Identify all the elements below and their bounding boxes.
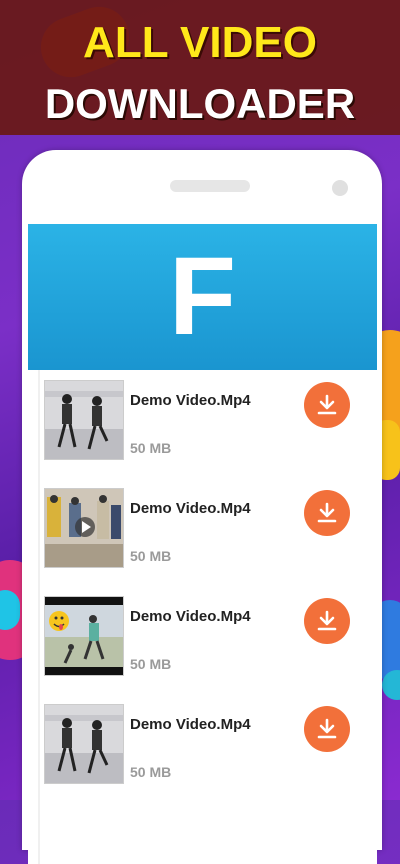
app-header: F [28, 224, 377, 370]
video-thumbnail [44, 488, 124, 568]
app-logo: F [168, 235, 237, 358]
decor-shape [382, 670, 400, 700]
promo-title-line2: DOWNLOADER [44, 80, 356, 127]
download-icon [317, 718, 337, 739]
video-thumbnail [44, 380, 124, 460]
promo-banner: ALL VIDEO DOWNLOADER [0, 0, 400, 135]
phone-speaker [170, 180, 250, 192]
video-size: 50 MB [130, 656, 172, 672]
download-button[interactable] [304, 598, 350, 644]
download-button[interactable] [304, 490, 350, 536]
video-list-item[interactable]: Demo Video.Mp4 50 MB [40, 370, 375, 478]
video-size: 50 MB [130, 764, 172, 780]
video-list-item[interactable]: Demo Video.Mp4 50 MB [40, 586, 375, 694]
video-list: Demo Video.Mp4 50 MB Demo Video.Mp4 50 M… [38, 370, 375, 864]
download-icon [317, 394, 337, 415]
video-size: 50 MB [130, 440, 172, 456]
video-list-item[interactable]: Demo Video.Mp4 50 MB [40, 478, 375, 586]
video-size: 50 MB [130, 548, 172, 564]
decor-shape [0, 590, 20, 630]
video-thumbnail [44, 596, 124, 676]
download-icon [317, 610, 337, 631]
video-title: Demo Video.Mp4 [130, 716, 251, 733]
app-screen: F Demo Video.Mp4 50 MB Demo Video.Mp4 50… [28, 224, 377, 864]
video-title: Demo Video.Mp4 [130, 608, 251, 625]
video-thumbnail [44, 704, 124, 784]
download-icon [317, 502, 337, 523]
video-list-item[interactable]: Demo Video.Mp4 50 MB [40, 694, 375, 802]
download-button[interactable] [304, 706, 350, 752]
video-title: Demo Video.Mp4 [130, 392, 251, 409]
promo-title-line1: ALL VIDEO [83, 18, 317, 67]
download-button[interactable] [304, 382, 350, 428]
video-title: Demo Video.Mp4 [130, 500, 251, 517]
phone-mockup: F Demo Video.Mp4 50 MB Demo Video.Mp4 50… [22, 150, 382, 864]
phone-camera [332, 180, 348, 196]
